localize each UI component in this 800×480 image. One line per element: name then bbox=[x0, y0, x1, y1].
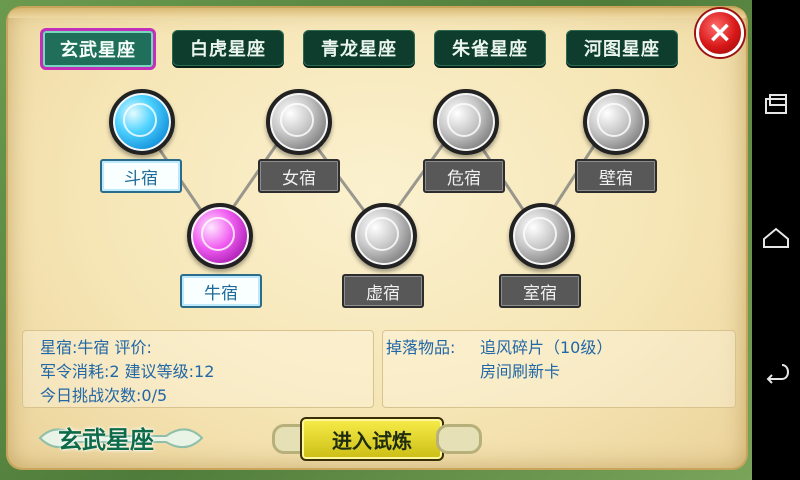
recent-apps-button[interactable] bbox=[760, 90, 792, 122]
home-button[interactable] bbox=[760, 221, 792, 253]
orb-xu-core bbox=[365, 217, 399, 251]
system-nav-bar bbox=[752, 0, 800, 480]
stage-cost-level: 军令消耗:2 建议等级:12 bbox=[40, 362, 215, 381]
orb-wei-core bbox=[447, 103, 481, 137]
star-label-wei[interactable]: 危宿 bbox=[423, 159, 505, 193]
orb-nv[interactable] bbox=[266, 89, 332, 155]
enter-trial-button[interactable]: 进入试炼 bbox=[300, 417, 444, 461]
star-label-xu[interactable]: 虚宿 bbox=[342, 274, 424, 308]
constellation-title: 玄武星座 bbox=[58, 426, 154, 454]
stage-daily-attempts: 今日挑战次数:0/5 bbox=[40, 386, 168, 405]
back-button[interactable] bbox=[760, 355, 792, 387]
orb-shi-core bbox=[523, 217, 557, 251]
stage-star-rating: 星宿:牛宿 评价: bbox=[40, 338, 152, 357]
orb-dou-core bbox=[123, 103, 157, 137]
drop-item-1: 追风碎片（10级） bbox=[480, 338, 613, 357]
drop-item-2: 房间刷新卡 bbox=[480, 362, 561, 381]
orb-niu-core bbox=[201, 217, 235, 251]
star-label-shi[interactable]: 室宿 bbox=[499, 274, 581, 308]
orb-shi[interactable] bbox=[509, 203, 575, 269]
star-label-niu[interactable]: 牛宿 bbox=[180, 274, 262, 308]
orb-xu[interactable] bbox=[351, 203, 417, 269]
orb-nv-core bbox=[280, 103, 314, 137]
star-label-dou[interactable]: 斗宿 bbox=[100, 159, 182, 193]
orb-wei[interactable] bbox=[433, 89, 499, 155]
recent-apps-icon bbox=[765, 94, 787, 114]
orb-bi-core bbox=[597, 103, 631, 137]
orb-dou[interactable] bbox=[109, 89, 175, 155]
drops-label: 掉落物品: bbox=[386, 338, 456, 357]
home-icon bbox=[763, 227, 789, 248]
orb-bi[interactable] bbox=[583, 89, 649, 155]
right-swirl-ornament bbox=[436, 424, 482, 454]
orb-niu[interactable] bbox=[187, 203, 253, 269]
star-label-bi[interactable]: 壁宿 bbox=[575, 159, 657, 193]
star-label-nv[interactable]: 女宿 bbox=[258, 159, 340, 193]
back-icon bbox=[766, 364, 789, 384]
